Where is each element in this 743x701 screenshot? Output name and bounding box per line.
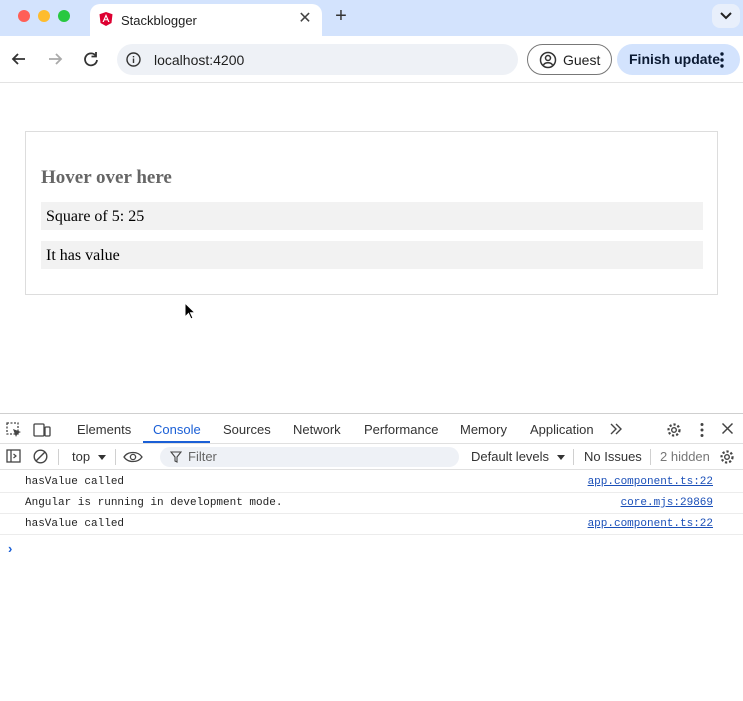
log-levels-label: Default levels <box>471 449 550 464</box>
sidebar-toggle-icon[interactable] <box>6 449 21 466</box>
person-icon <box>539 51 557 72</box>
close-window-button[interactable] <box>18 10 30 22</box>
forward-button[interactable] <box>44 48 66 70</box>
divider <box>58 449 59 465</box>
site-info-icon[interactable] <box>126 52 141 67</box>
tab-sources[interactable]: Sources <box>223 422 271 437</box>
chevron-down-icon <box>720 12 732 20</box>
tab-search-button[interactable] <box>712 4 740 28</box>
back-button[interactable] <box>8 48 30 70</box>
tab-close-icon[interactable]: ✕ <box>296 10 314 28</box>
settings-gear-icon[interactable] <box>666 422 682 441</box>
active-tab-indicator <box>143 441 210 443</box>
context-selector[interactable]: top <box>72 449 106 464</box>
log-message: hasValue called <box>25 518 125 530</box>
url-text: localhost:4200 <box>154 52 245 68</box>
more-tabs-icon[interactable] <box>609 422 623 439</box>
log-message: Angular is running in development mode. <box>25 497 283 509</box>
filter-input[interactable]: Filter <box>160 447 459 467</box>
live-expression-eye-icon[interactable] <box>123 450 143 467</box>
tab-memory[interactable]: Memory <box>460 422 507 437</box>
tab-application[interactable]: Application <box>530 422 594 437</box>
log-source-link[interactable]: app.component.ts:22 <box>588 476 713 488</box>
arrow-right-icon <box>49 53 63 65</box>
console-prompt[interactable]: › <box>8 541 12 556</box>
reload-icon <box>84 52 98 67</box>
divider <box>573 449 574 465</box>
browser-toolbar: localhost:4200 Guest Finish update <box>0 36 743 83</box>
log-source-link[interactable]: core.mjs:29869 <box>621 497 713 509</box>
arrow-left-icon <box>11 53 25 65</box>
finish-update-button[interactable]: Finish update <box>617 44 740 75</box>
issues-button[interactable]: No Issues <box>584 449 642 464</box>
console-filter-bar: top Filter Default levels No Issues 2 hi… <box>0 444 743 470</box>
address-bar[interactable]: localhost:4200 <box>117 44 518 75</box>
log-message: hasValue called <box>25 476 125 488</box>
device-toolbar-icon[interactable] <box>33 422 51 441</box>
more-vert-icon[interactable] <box>720 52 724 71</box>
square-result-row: Square of 5: 25 <box>41 202 703 230</box>
console-message: hasValue called app.component.ts:22 <box>0 514 743 535</box>
tab-strip: Stackblogger ✕ + <box>0 0 743 36</box>
page-viewport: Hover over here Square of 5: 25 It has v… <box>0 83 743 413</box>
filter-placeholder: Filter <box>188 449 217 464</box>
new-tab-button[interactable]: + <box>331 6 351 26</box>
devtools-tab-bar: Elements Console Sources Network Perform… <box>0 414 743 444</box>
log-levels-dropdown[interactable]: Default levels <box>471 449 565 464</box>
reload-button[interactable] <box>80 48 102 70</box>
console-message: Angular is running in development mode. … <box>0 493 743 514</box>
angular-logo-icon <box>98 11 114 27</box>
console-message: hasValue called app.component.ts:22 <box>0 472 743 493</box>
filter-funnel-icon <box>169 451 183 466</box>
log-source-link[interactable]: app.component.ts:22 <box>588 518 713 530</box>
dropdown-arrow-icon <box>97 455 106 460</box>
value-status-row: It has value <box>41 241 703 269</box>
minimize-window-button[interactable] <box>38 10 50 22</box>
tab-console[interactable]: Console <box>153 422 201 437</box>
dropdown-arrow-icon <box>556 455 565 460</box>
console-settings-gear-icon[interactable] <box>719 449 735 468</box>
profile-label: Guest <box>563 52 601 68</box>
finish-update-label: Finish update <box>629 51 720 67</box>
close-devtools-icon[interactable] <box>721 422 734 438</box>
tab-title: Stackblogger <box>121 13 197 28</box>
inspect-element-icon[interactable] <box>6 422 22 441</box>
hover-card[interactable]: Hover over here Square of 5: 25 It has v… <box>25 131 718 295</box>
divider <box>650 449 651 465</box>
more-options-icon[interactable] <box>700 422 704 441</box>
context-label: top <box>72 449 91 464</box>
tab-network[interactable]: Network <box>293 422 341 437</box>
mouse-cursor-icon <box>184 301 197 323</box>
divider <box>115 449 116 465</box>
tab-performance[interactable]: Performance <box>364 422 438 437</box>
card-heading: Hover over here <box>41 167 172 188</box>
maximize-window-button[interactable] <box>58 10 70 22</box>
clear-console-icon[interactable] <box>33 449 48 467</box>
profile-button[interactable]: Guest <box>527 44 612 75</box>
hidden-count: 2 hidden <box>660 449 710 464</box>
browser-tab[interactable]: Stackblogger ✕ <box>90 4 322 36</box>
tab-elements[interactable]: Elements <box>77 422 131 437</box>
devtools-panel: Elements Console Sources Network Perform… <box>0 413 743 701</box>
